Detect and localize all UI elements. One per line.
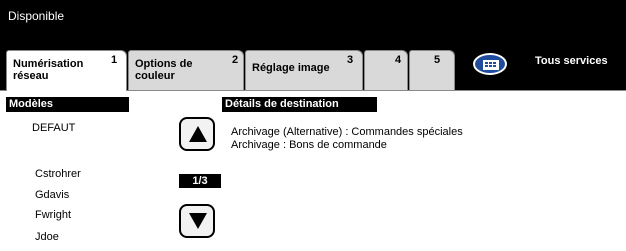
machine-status: Disponible [8, 9, 65, 23]
grid-icon [483, 60, 499, 70]
tab-label: Options de couleur [135, 58, 193, 82]
all-services-button[interactable]: Tous services [535, 55, 608, 67]
arrow-up-icon [189, 126, 207, 142]
arrow-down-icon [189, 213, 207, 229]
scroll-up-button[interactable] [179, 117, 215, 151]
tab-label: Réglage image [252, 62, 330, 74]
status-bar: Disponible [0, 0, 626, 38]
template-item[interactable]: Jdoe [35, 231, 59, 243]
template-item[interactable]: Fwright [35, 209, 71, 221]
tab-4[interactable]: 4 [364, 50, 408, 90]
tab-bar: Numérisation réseau 1 Options de couleur 2… [0, 38, 626, 91]
page-indicator: 1/3 [179, 174, 221, 188]
tab-network-scanning[interactable]: Numérisation réseau 1 [6, 50, 127, 91]
tab-image-adjustment[interactable]: Réglage image 3 [245, 50, 363, 90]
template-item[interactable]: Cstrohrer [35, 168, 81, 180]
main-panel: Modèles DEFAUT Cstrohrer Gdavis Fwright … [0, 90, 626, 251]
scroll-down-button[interactable] [179, 204, 215, 238]
tab-number: 1 [111, 54, 118, 66]
destination-detail: Archivage (Alternative) : Commandes spéc… [231, 126, 463, 138]
destination-detail: Archivage : Bons de commande [231, 139, 387, 151]
tab-number: 2 [232, 54, 239, 66]
tab-number: 5 [434, 54, 441, 66]
tab-5[interactable]: 5 [409, 50, 455, 90]
tab-number: 4 [395, 54, 402, 66]
all-services-icon[interactable] [473, 53, 507, 75]
destination-details-header: Détails de destination [222, 97, 377, 112]
tab-color-options[interactable]: Options de couleur 2 [128, 50, 244, 90]
templates-header: Modèles [6, 97, 129, 112]
template-item[interactable]: Gdavis [35, 189, 69, 201]
tab-number: 3 [347, 54, 354, 66]
template-item-default[interactable]: DEFAUT [32, 122, 75, 134]
tab-label: Numérisation réseau [13, 58, 84, 82]
